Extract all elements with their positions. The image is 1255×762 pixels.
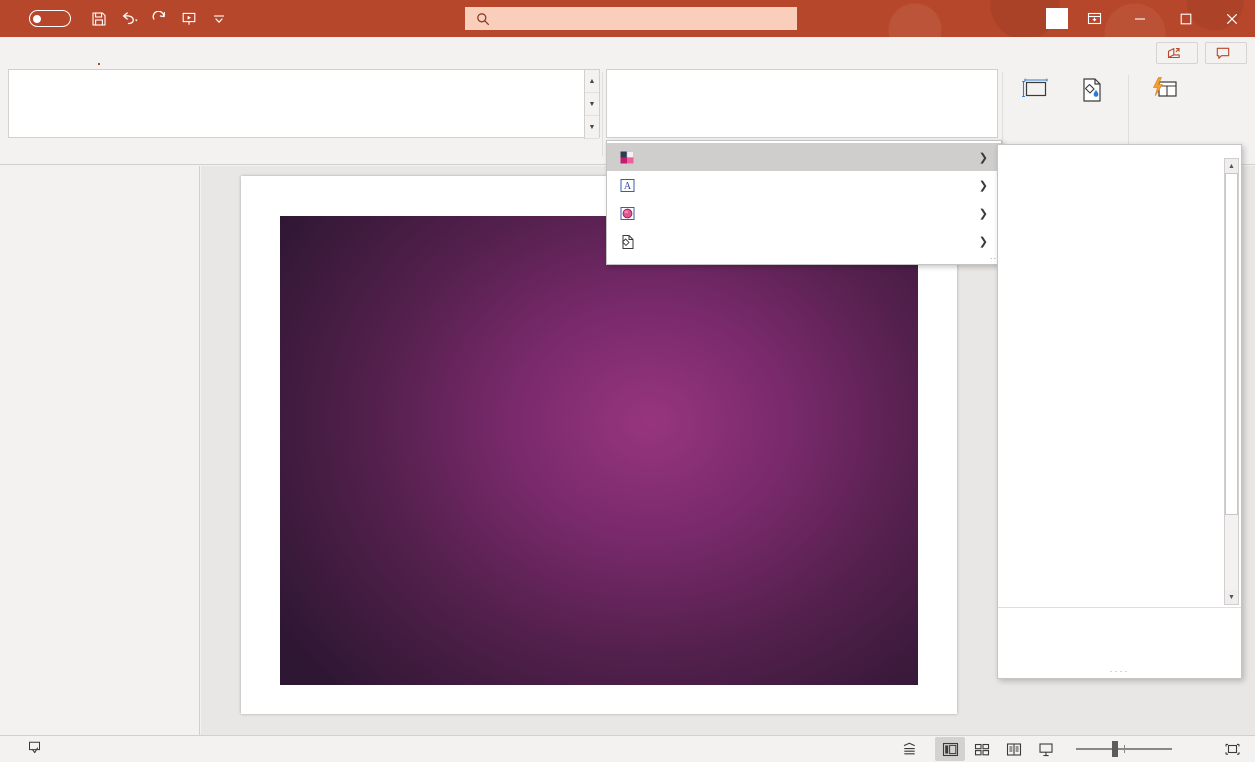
themes-scroll-up-icon[interactable]: ▲ — [585, 70, 599, 93]
status-left — [0, 740, 42, 758]
effects-icon — [619, 205, 636, 222]
menu-item-background-styles[interactable]: ❯ — [607, 227, 1001, 255]
scroll-thumb[interactable] — [1225, 173, 1238, 515]
customize-group — [1008, 71, 1193, 147]
title-bar — [0, 0, 1255, 37]
themes-gallery[interactable]: ▲ ▼ ▼ — [8, 69, 600, 139]
themes-more-icon[interactable]: ▼ — [585, 116, 599, 139]
zoom-slider[interactable] — [1069, 741, 1179, 757]
slide-thumbnail-pane[interactable] — [0, 166, 200, 735]
menu-item-colors[interactable]: ❯ — [607, 143, 1001, 171]
ribbon-display-options-icon[interactable] — [1071, 0, 1117, 37]
slide-background — [280, 216, 918, 685]
minimize-icon[interactable] — [1117, 0, 1163, 37]
accessibility-checker-icon[interactable] — [27, 740, 42, 758]
slide-size-button[interactable] — [1008, 71, 1064, 121]
zoom-thumb[interactable] — [1112, 741, 1118, 757]
zoom-midpoint — [1124, 745, 1125, 753]
status-right — [892, 737, 1247, 761]
comment-icon — [1216, 47, 1230, 59]
notes-button[interactable] — [892, 737, 933, 761]
ribbon-tabs — [0, 37, 1255, 66]
tab-view[interactable] — [216, 37, 242, 66]
tab-home[interactable] — [34, 37, 60, 66]
submenu-arrow-icon: ❯ — [978, 179, 988, 192]
scroll-up-icon[interactable]: ▲ — [1225, 159, 1238, 173]
tab-help[interactable] — [242, 37, 268, 66]
search-icon — [477, 12, 490, 25]
slide-sorter-icon — [974, 743, 990, 755]
customize-colors-button[interactable] — [998, 614, 1241, 640]
sign-in-button[interactable] — [1046, 8, 1068, 29]
menu-item-fonts[interactable]: A ❯ — [607, 171, 1001, 199]
group-separator-1 — [602, 72, 603, 156]
variants-gallery[interactable] — [606, 69, 998, 138]
tab-file[interactable] — [8, 37, 34, 66]
fonts-icon: A — [619, 177, 636, 194]
colors-icon — [619, 149, 636, 166]
submenu-arrow-icon: ❯ — [978, 151, 988, 164]
autosave-knob — [33, 14, 41, 23]
reading-view-button[interactable] — [999, 737, 1029, 761]
variants-dropdown-menu: ❯ A ❯ ❯ ❯ .. — [606, 140, 1002, 265]
close-icon[interactable] — [1209, 0, 1255, 37]
color-scheme-list[interactable] — [998, 156, 1222, 607]
scroll-down-icon[interactable]: ▼ — [1225, 590, 1238, 604]
comments-button[interactable] — [1205, 42, 1247, 64]
tab-review[interactable] — [190, 37, 216, 66]
submenu-arrow-icon: ❯ — [978, 235, 988, 248]
tab-transitions[interactable] — [112, 37, 138, 66]
menu-item-effects[interactable]: ❯ — [607, 199, 1001, 227]
save-icon[interactable] — [85, 6, 113, 32]
slide-size-icon — [1022, 78, 1048, 98]
autosave-switch[interactable] — [29, 10, 71, 27]
tab-design[interactable] — [86, 37, 112, 66]
format-background-icon — [1083, 78, 1101, 102]
autosave-toggle[interactable] — [22, 10, 71, 27]
themes-group: ▲ ▼ ▼ — [8, 69, 600, 161]
slideshow-icon — [1039, 742, 1053, 756]
slide-sorter-button[interactable] — [967, 737, 997, 761]
maximize-icon[interactable] — [1163, 0, 1209, 37]
reading-view-icon — [1006, 742, 1022, 756]
status-bar — [0, 735, 1255, 762]
themes-scroll-down-icon[interactable]: ▼ — [585, 93, 599, 116]
color-panel-scrollbar[interactable]: ▲ ▼ — [1224, 158, 1239, 605]
share-icon — [1167, 48, 1180, 59]
fit-to-window-icon[interactable] — [1217, 737, 1247, 761]
background-styles-icon — [619, 233, 636, 250]
color-panel-footer: ···· — [998, 607, 1241, 678]
start-slideshow-icon[interactable] — [175, 6, 203, 32]
normal-view-button[interactable] — [935, 737, 965, 761]
format-background-button[interactable] — [1064, 71, 1120, 121]
group-separator-3 — [1128, 75, 1129, 147]
design-ideas-icon — [1153, 77, 1177, 97]
slideshow-button[interactable] — [1031, 737, 1061, 761]
search-input[interactable] — [465, 7, 797, 30]
themes-gallery-scroll: ▲ ▼ ▼ — [584, 70, 599, 139]
share-button[interactable] — [1156, 42, 1198, 64]
window-controls — [1071, 0, 1255, 37]
tab-insert[interactable] — [60, 37, 86, 66]
reset-slide-theme-colors-button — [998, 640, 1241, 666]
color-group-title — [998, 145, 1241, 156]
undo-icon[interactable] — [115, 6, 143, 32]
quick-access-toolbar — [85, 6, 233, 32]
tab-slide-show[interactable] — [164, 37, 190, 66]
menu-resize-grip: .. — [989, 251, 997, 261]
zoom-track[interactable] — [1076, 741, 1172, 757]
theme-colors-panel: ▲ ▼ ···· — [997, 144, 1242, 679]
design-ideas-button[interactable] — [1137, 71, 1193, 121]
tab-animations[interactable] — [138, 37, 164, 66]
panel-resize-grip: ···· — [1109, 666, 1130, 676]
customize-qat-icon[interactable] — [205, 6, 233, 32]
normal-view-icon — [942, 742, 958, 756]
notes-icon — [903, 742, 915, 755]
redo-icon[interactable] — [145, 6, 173, 32]
color-scheme-list-wrapper: ▲ ▼ — [998, 156, 1241, 607]
scroll-track[interactable] — [1225, 173, 1238, 590]
submenu-arrow-icon: ❯ — [978, 207, 988, 220]
ribbon-actions — [1156, 42, 1247, 64]
svg-text:A: A — [624, 181, 632, 192]
